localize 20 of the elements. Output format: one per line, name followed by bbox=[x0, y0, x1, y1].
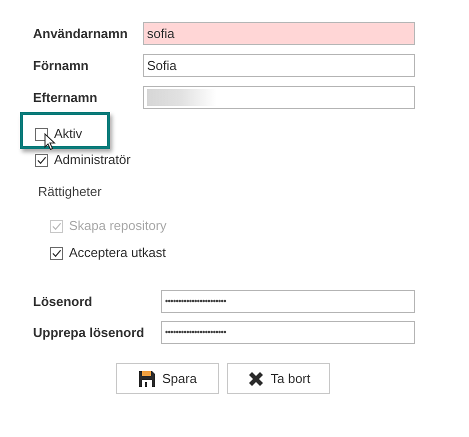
checkbox-label[interactable]: Administratör bbox=[54, 150, 131, 170]
text-field[interactable]: Sofia bbox=[143, 54, 415, 77]
field-label: Lösenord bbox=[33, 292, 94, 311]
text-field[interactable]: sofia bbox=[143, 22, 415, 45]
checkbox[interactable] bbox=[35, 154, 48, 166]
section-heading: Rättigheter bbox=[38, 183, 103, 200]
delete-button[interactable]: Ta bort bbox=[227, 363, 330, 394]
field-label: Användarnamn bbox=[33, 24, 129, 43]
checkbox-label[interactable]: Aktiv bbox=[54, 124, 82, 144]
save-button[interactable]: Spara bbox=[116, 363, 219, 394]
checkbox[interactable] bbox=[50, 246, 63, 260]
cursor-icon bbox=[44, 133, 56, 151]
password-field[interactable]: ••••••••••••••••••••••• bbox=[161, 321, 415, 344]
close-icon bbox=[246, 370, 265, 388]
field-label: Efternamn bbox=[33, 88, 98, 107]
text-field[interactable] bbox=[143, 86, 415, 109]
field-label: Förnamn bbox=[33, 56, 90, 75]
checkbox-label[interactable]: Acceptera utkast bbox=[69, 243, 166, 263]
password-field[interactable]: ••••••••••••••••••••••• bbox=[161, 290, 415, 313]
field-label: Upprepa lösenord bbox=[33, 324, 146, 342]
